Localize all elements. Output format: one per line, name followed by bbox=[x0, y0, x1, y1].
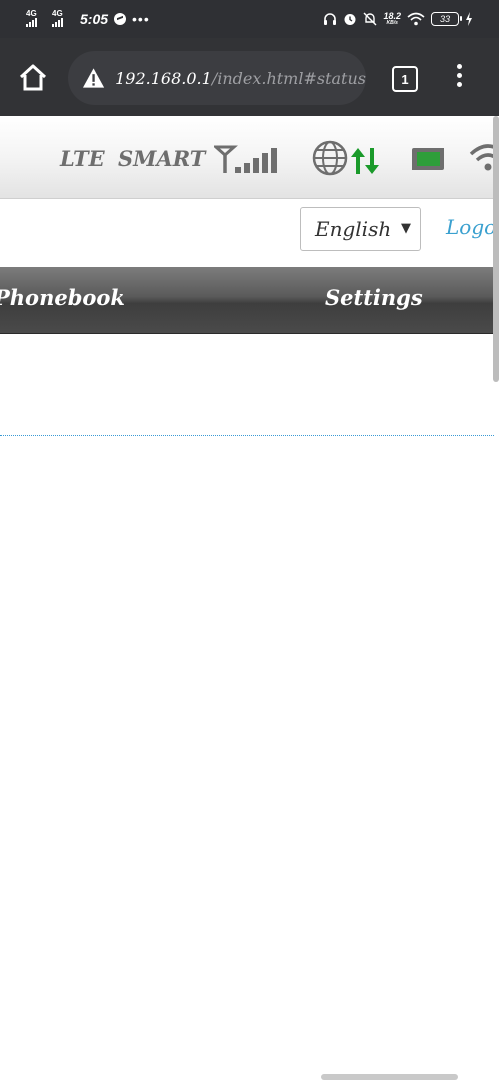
charging-icon bbox=[466, 12, 472, 26]
sim1-signal-icon: 4G bbox=[26, 10, 46, 28]
chevron-down-icon: ▼ bbox=[401, 221, 411, 236]
signal-strength-icon bbox=[214, 145, 277, 173]
more-notifications-icon: ••• bbox=[132, 11, 150, 27]
network-type-label: LTE bbox=[60, 146, 105, 171]
sim1-network-label: 4G bbox=[26, 9, 37, 18]
battery-icon: 33 bbox=[431, 12, 462, 26]
data-transfer-icon bbox=[351, 148, 379, 174]
battery-level: 33 bbox=[439, 14, 450, 24]
tabs-icon[interactable]: 1 bbox=[392, 66, 418, 92]
menu-icon[interactable] bbox=[451, 64, 467, 92]
status-right-group: 18.2 KB/s 33 bbox=[323, 9, 473, 29]
tab-count: 1 bbox=[401, 71, 409, 87]
alarm-icon bbox=[344, 14, 356, 25]
address-bar[interactable]: 192.168.0.1/index.html#status bbox=[68, 51, 366, 105]
logout-link[interactable]: Logout bbox=[446, 215, 499, 239]
url-host: 192.168.0.1 bbox=[115, 68, 212, 88]
status-left-group: 4G 4G 5:05 ••• bbox=[26, 9, 150, 29]
carrier-label: SMART bbox=[118, 146, 206, 171]
android-status-bar: 4G 4G 5:05 ••• 18.2 KB/s 33 bbox=[0, 0, 499, 38]
wifi-icon bbox=[407, 12, 425, 26]
nav-item-phonebook[interactable]: Phonebook bbox=[0, 285, 125, 310]
home-icon[interactable] bbox=[17, 62, 49, 94]
browser-toolbar: 192.168.0.1/index.html#status 1 bbox=[0, 38, 499, 116]
network-speed-value: 18.2 bbox=[383, 11, 401, 21]
sim2-network-label: 4G bbox=[52, 9, 63, 18]
status-time: 5:05 bbox=[80, 11, 109, 27]
horizontal-scrollbar[interactable] bbox=[321, 1074, 458, 1080]
sim2-signal-icon: 4G bbox=[52, 10, 72, 28]
language-bar: English ▼ Logout bbox=[0, 199, 499, 267]
not-secure-warning-icon[interactable] bbox=[82, 67, 105, 89]
language-select[interactable]: English ▼ bbox=[300, 207, 421, 251]
language-selected-value: English bbox=[315, 217, 392, 241]
globe-icon bbox=[312, 140, 348, 176]
network-speed: 18.2 KB/s bbox=[383, 11, 401, 27]
main-nav: Phonebook Settings bbox=[0, 267, 499, 334]
mute-icon bbox=[363, 12, 377, 26]
content-divider bbox=[0, 435, 494, 436]
url-path: /index.html#status bbox=[211, 68, 366, 88]
messenger-icon bbox=[114, 13, 127, 25]
vertical-scrollbar[interactable] bbox=[493, 116, 499, 382]
sim-card-icon bbox=[412, 148, 444, 170]
status-header: LTE SMART bbox=[0, 116, 499, 199]
headphones-icon bbox=[324, 13, 337, 25]
router-web-page: LTE SMART English ▼ Logo Phonebook Setti… bbox=[0, 116, 499, 1080]
url-text[interactable]: 192.168.0.1/index.html#status bbox=[115, 69, 366, 88]
nav-item-settings[interactable]: Settings bbox=[325, 285, 423, 310]
